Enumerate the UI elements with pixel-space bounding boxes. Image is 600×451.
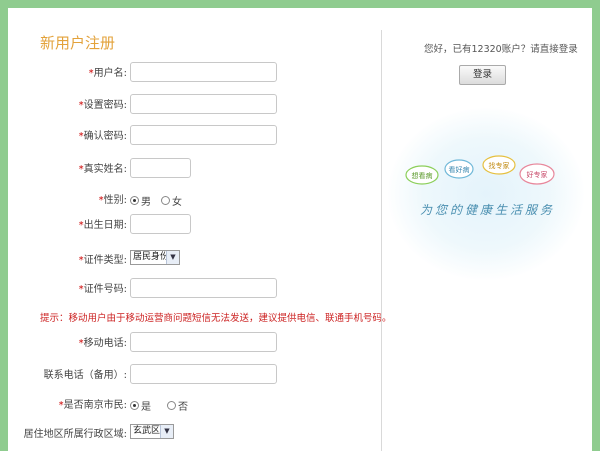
gender-male-option[interactable]: 男 (130, 193, 151, 208)
gender-radio-group: 男 女 (130, 193, 188, 208)
cloud-label-4: 好专家 (527, 170, 548, 179)
cloud-label-3: 找专家 (489, 161, 510, 170)
mobile-hint-text: 提示：移动用户由于移动运营商问题短信无法发送，建议提供电信、联通手机号码。 (40, 313, 392, 324)
mobile-input[interactable] (130, 332, 277, 352)
nanjing-resident-label: *是否南京市民: (58, 400, 127, 411)
district-label: 居住地区所属行政区域: (23, 429, 127, 440)
gender-female-radio[interactable] (161, 196, 170, 205)
resident-yes-option[interactable]: 是 (130, 398, 151, 413)
birth-date-label: *出生日期: (78, 220, 127, 231)
page-title: 新用户注册 (40, 34, 116, 52)
username-label: *用户名: (88, 68, 127, 79)
resident-no-option[interactable]: 否 (167, 398, 188, 413)
resident-yes-radio[interactable] (130, 401, 139, 410)
column-divider (381, 30, 382, 451)
health-banner-glow (388, 108, 584, 280)
backup-phone-label: 联系电话（备用）: (43, 370, 127, 381)
cloud-bubble-icon: 好专家 (519, 163, 555, 185)
cloud-bubble-icon: 找专家 (482, 155, 516, 175)
cloud-bubble-icon: 看好病 (444, 159, 474, 179)
backup-phone-input[interactable] (130, 364, 277, 384)
login-greeting: 您好，已有12320账户？请直接登录 (424, 44, 578, 55)
gender-female-option[interactable]: 女 (161, 193, 182, 208)
id-type-label: *证件类型: (78, 255, 127, 266)
password-input[interactable] (130, 94, 277, 114)
confirm-password-label: *确认密码: (78, 131, 127, 142)
birth-date-input[interactable] (130, 214, 191, 234)
id-type-select[interactable]: 居民身份证 ▼ (130, 250, 180, 265)
id-number-label: *证件号码: (78, 284, 127, 295)
mobile-label: *移动电话: (78, 338, 127, 349)
resident-no-radio[interactable] (167, 401, 176, 410)
health-slogan: 为您的健康生活服务 (420, 203, 556, 217)
chevron-down-icon: ▼ (160, 425, 173, 438)
gender-male-radio[interactable] (130, 196, 139, 205)
real-name-input[interactable] (130, 158, 191, 178)
cloud-label-2: 看好病 (449, 165, 470, 174)
cloud-label-1: 想看病 (412, 171, 433, 180)
district-select[interactable]: 玄武区 ▼ (130, 424, 174, 439)
real-name-label: *真实姓名: (78, 164, 127, 175)
confirm-password-input[interactable] (130, 125, 277, 145)
password-label: *设置密码: (78, 100, 127, 111)
login-button[interactable]: 登录 (459, 65, 506, 85)
gender-label: *性别: (98, 195, 127, 206)
cloud-bubble-icon: 想看病 (405, 165, 439, 185)
resident-radio-group: 是 否 (130, 398, 194, 413)
chevron-down-icon: ▼ (166, 251, 179, 264)
username-input[interactable] (130, 62, 277, 82)
id-number-input[interactable] (130, 278, 277, 298)
